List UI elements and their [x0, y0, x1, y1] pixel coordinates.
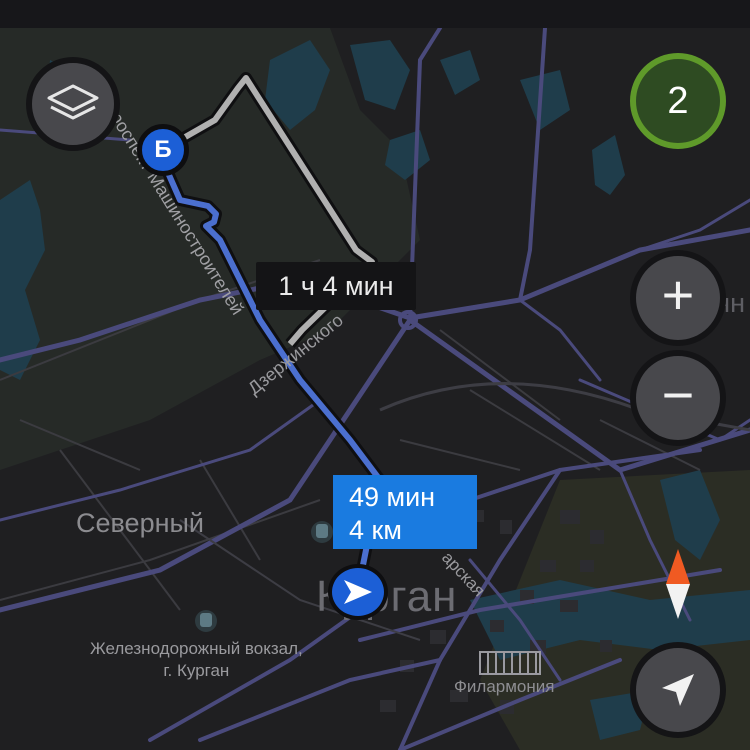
philharmonic-label: Филармония: [454, 677, 555, 696]
minus-icon: −: [661, 363, 695, 426]
compass-icon: [666, 549, 690, 619]
district-label: Северный: [76, 508, 204, 538]
locate-me-button[interactable]: [630, 642, 726, 738]
railway-station-label: Железнодорожный вокзал, г. Курган: [90, 638, 303, 682]
main-route-time: 49 мин: [349, 482, 436, 512]
railway-station-icon[interactable]: [195, 610, 217, 632]
compass-button[interactable]: [646, 547, 710, 621]
alt-route-time-label[interactable]: 1 ч 4 мин: [256, 262, 416, 310]
zoom-out-button[interactable]: −: [630, 350, 726, 446]
zoom-in-button[interactable]: +: [630, 250, 726, 346]
layers-button[interactable]: [26, 57, 120, 151]
traffic-level-badge[interactable]: 2: [630, 53, 726, 149]
navigation-arrow-icon: [344, 580, 372, 604]
layers-icon: [47, 84, 99, 120]
status-bar: [0, 0, 750, 28]
main-route-distance: 4 км: [349, 515, 402, 545]
railway-station-label-line2: г. Курган: [163, 661, 230, 680]
current-position-marker[interactable]: [328, 564, 388, 620]
map-view[interactable]: проспект Машиностроителей Дзержинского а…: [0, 0, 750, 750]
tram-stop-icon[interactable]: [311, 521, 333, 543]
navigation-arrow-icon: [662, 674, 694, 706]
main-route-info-label[interactable]: 49 мин 4 км: [333, 475, 477, 549]
plus-icon: +: [661, 263, 695, 326]
railway-station-label-line1: Железнодорожный вокзал,: [90, 639, 303, 658]
destination-marker[interactable]: Б: [137, 124, 189, 176]
